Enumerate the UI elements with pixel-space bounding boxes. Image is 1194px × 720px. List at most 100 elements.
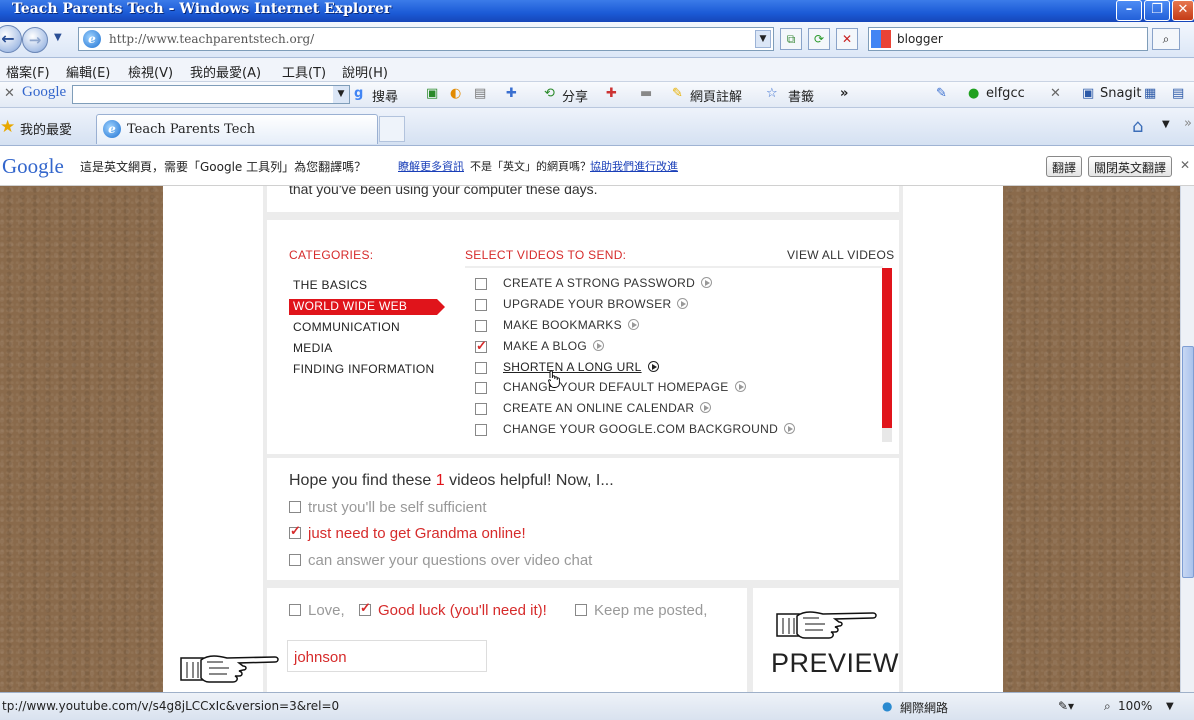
autofill-icon[interactable]: ▬ [640, 86, 652, 101]
favorites-button[interactable]: 我的最愛 [20, 119, 72, 138]
page-scroll-thumb[interactable] [1182, 346, 1194, 578]
menu-favorites[interactable]: 我的最愛(A) [190, 62, 261, 81]
address-dropdown-icon[interactable]: ▼ [755, 30, 771, 48]
video-item-hovered[interactable]: SHORTEN A LONG URL [503, 360, 659, 374]
video-checkbox[interactable] [475, 424, 487, 436]
video-item[interactable]: CHANGE YOUR DEFAULT HOMEPAGE [503, 380, 746, 394]
video-list-scroll-thumb[interactable] [882, 268, 892, 428]
signoff-love[interactable]: Love, [289, 602, 345, 619]
translate-button[interactable]: 翻譯 [1046, 156, 1083, 177]
video-checkbox[interactable] [475, 299, 487, 311]
tab-ie-icon: e [103, 120, 121, 138]
refresh-icon[interactable]: ⟳ [808, 28, 830, 50]
video-checkbox[interactable] [475, 382, 487, 394]
address-bar[interactable]: e http://www.teachparentstech.org/ ▼ [78, 27, 774, 51]
video-item[interactable]: CREATE AN ONLINE CALENDAR [503, 401, 712, 415]
video-item[interactable]: MAKE A BLOG [503, 339, 605, 353]
category-the-basics[interactable]: THE BASICS [293, 278, 367, 292]
back-button[interactable]: ← [0, 25, 22, 53]
video-checkbox[interactable] [475, 362, 487, 374]
menu-edit[interactable]: 編輯(E) [66, 62, 110, 81]
maximize-button[interactable]: ❐ [1144, 0, 1170, 21]
wrench-icon[interactable]: ✎ [936, 86, 947, 101]
video-checkbox[interactable] [475, 320, 487, 332]
tabs-bar: ★ 我的最愛 e Teach Parents Tech ⌂ ▼ » [0, 108, 1194, 146]
videos-divider [465, 266, 883, 268]
more-chevron-icon[interactable]: » [840, 86, 848, 101]
option-self-sufficient[interactable]: trust you'll be self sufficient [289, 499, 487, 516]
intro-text: that you've been using your computer the… [289, 186, 598, 197]
close-translation-button[interactable]: 關閉英文翻譯 [1088, 156, 1173, 177]
page-scrollbar[interactable] [1180, 186, 1194, 692]
notebook-button[interactable]: 網頁註解 [690, 86, 742, 105]
google-toolbar-search-input[interactable]: ▼ [72, 85, 350, 104]
minimize-button[interactable]: – [1116, 0, 1142, 21]
forward-button[interactable]: → [22, 27, 48, 53]
signoff-keep-posted[interactable]: Keep me posted, [575, 602, 707, 619]
video-checkbox[interactable] [475, 403, 487, 415]
toolbar-close-icon-2[interactable]: ✕ [1050, 86, 1061, 101]
name-input[interactable]: johnson [287, 640, 487, 672]
video-item[interactable]: CREATE A STRONG PASSWORD [503, 276, 713, 290]
video-item[interactable]: CHANGE YOUR GOOGLE.COM BACKGROUND [503, 422, 796, 436]
translate-close-icon[interactable]: ✕ [1180, 158, 1190, 172]
star-icon: ☆ [766, 86, 778, 101]
plus-icon[interactable]: ✚ [506, 86, 517, 101]
google-toolbar-logo: Google [22, 84, 67, 100]
category-finding-information[interactable]: FINDING INFORMATION [293, 362, 434, 376]
menu-tools[interactable]: 工具(T) [282, 62, 326, 81]
new-tab-button[interactable] [379, 116, 405, 142]
search-icon[interactable]: ⌕ [1152, 28, 1180, 50]
more-icon[interactable]: » [1184, 116, 1192, 131]
close-button[interactable]: ✕ [1172, 0, 1194, 21]
menu-view[interactable]: 檢視(V) [128, 62, 173, 81]
play-icon [784, 423, 796, 434]
signoff-checkbox [289, 604, 301, 616]
spellcheck-icon[interactable]: ✚ [606, 86, 617, 101]
signoff-good-luck[interactable]: Good luck (you'll need it)! [359, 600, 547, 619]
menu-help[interactable]: 說明(H) [342, 62, 388, 81]
window-title: Teach Parents Tech - Windows Internet Ex… [12, 1, 392, 17]
toolbar-close-icon[interactable]: ✕ [4, 86, 15, 101]
account-button[interactable]: elfgcc [986, 86, 1025, 101]
snagit-editor-icon[interactable]: ▤ [1172, 86, 1184, 101]
bookmarks-button[interactable]: 書籤 [788, 86, 814, 105]
protected-mode-icon[interactable]: ✎▾ [1058, 699, 1074, 713]
home-dropdown-icon[interactable]: ▼ [1162, 119, 1170, 130]
bookmark-icon[interactable]: ▣ [426, 86, 438, 101]
zoom-dropdown-icon[interactable]: ▼ [1166, 701, 1174, 712]
category-media[interactable]: MEDIA [293, 341, 333, 355]
zoom-level[interactable]: 100% [1118, 699, 1152, 713]
home-icon[interactable]: ⌂ [1132, 116, 1143, 137]
preview-button[interactable]: PREVIEW [771, 648, 899, 679]
tab-teach-parents-tech[interactable]: e Teach Parents Tech [96, 114, 378, 144]
category-world-wide-web[interactable]: WORLD WIDE WEB [289, 299, 445, 315]
share-button[interactable]: 分享 [562, 86, 588, 105]
help-improve-link[interactable]: 協助我們進行改進 [590, 158, 678, 174]
video-item[interactable]: MAKE BOOKMARKS [503, 318, 639, 332]
helpful-count: 1 [435, 472, 445, 489]
history-dropdown-icon[interactable]: ▼ [54, 32, 62, 43]
video-checkbox-checked[interactable] [475, 338, 487, 354]
view-all-videos-link[interactable]: VIEW ALL VIDEOS [787, 248, 894, 262]
search-box[interactable]: blogger [868, 27, 1148, 51]
popup-blocker-icon[interactable]: ▤ [474, 86, 486, 101]
chevron-down-icon[interactable]: ▼ [333, 86, 349, 103]
snagit-capture-icon[interactable]: ▦ [1144, 86, 1156, 101]
menu-bar: 檔案(F) 編輯(E) 檢視(V) 我的最愛(A) 工具(T) 說明(H) [0, 58, 1194, 82]
compatibility-icon[interactable]: ⧉ [780, 28, 802, 50]
pagerank-icon[interactable]: ◐ [450, 86, 461, 101]
stop-icon[interactable]: ✕ [836, 28, 858, 50]
not-english-text: 不是「英文」的網頁嗎？ [470, 160, 591, 173]
option-grandma-online[interactable]: just need to get Grandma online! [289, 523, 526, 542]
video-item[interactable]: UPGRADE YOUR BROWSER [503, 297, 689, 311]
menu-file[interactable]: 檔案(F) [6, 62, 50, 81]
learn-more-link[interactable]: 瞭解更多資訊 [398, 158, 464, 174]
google-search-button[interactable]: 搜尋 [372, 86, 398, 105]
option-checkbox-checked [289, 523, 301, 539]
snagit-button[interactable]: Snagit [1100, 86, 1141, 101]
play-icon [647, 361, 659, 372]
video-checkbox[interactable] [475, 278, 487, 290]
option-video-chat[interactable]: can answer your questions over video cha… [289, 552, 592, 569]
category-communication[interactable]: COMMUNICATION [293, 320, 400, 334]
